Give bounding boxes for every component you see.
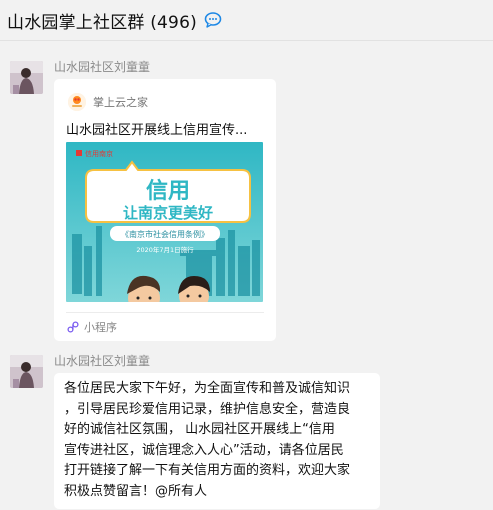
- message-line: ，引导居民珍爱信用记录，维护信息安全，营造良: [64, 401, 351, 417]
- poster-date: 2020年7月1日施行: [136, 245, 194, 254]
- card-source-name: 掌上云之家: [93, 96, 148, 109]
- message-line: 积极点赞留言！@所有人: [64, 483, 208, 499]
- avatar[interactable]: [10, 61, 43, 94]
- poster-logo-text: 信用南京: [85, 149, 113, 158]
- card-divider: [66, 312, 264, 313]
- message-line: 各位居民大家下午好，为全面宣传和普及诚信知识: [64, 381, 351, 396]
- avatar[interactable]: [10, 355, 43, 388]
- mini-program-label: 小程序: [84, 321, 117, 334]
- message-bubble[interactable]: 各位居民大家下午好，为全面宣传和普及诚信知识 ，引导居民珍爱信用记录，维护信息安…: [54, 373, 380, 509]
- card-title: 山水园社区开展线上信用宣传...: [66, 123, 248, 138]
- poster-subheadline: 让南京更美好: [123, 204, 213, 222]
- message-line: 宣传进社区，诚信理念入人心”活动，请各位居民: [64, 442, 344, 458]
- card-footer: 小程序: [67, 319, 117, 335]
- mini-program-card[interactable]: 掌上云之家 山水园社区开展线上信用宣传... 信用南京 信用 让南京更美好 《南…: [54, 79, 276, 341]
- message-line: 打开链接了解一下有关信用方面的资料，欢迎大家: [64, 463, 351, 478]
- chat-bubble-icon[interactable]: [203, 10, 223, 30]
- card-source: 掌上云之家: [68, 93, 148, 111]
- group-title: 山水园掌上社区群 (496): [7, 12, 197, 33]
- app-logo-icon: [68, 93, 86, 111]
- poster-banner: 《南京市社会信用条例》: [121, 229, 209, 239]
- message-line: 好的诚信社区氛围， 山水园社区开展线上“信用: [64, 422, 335, 437]
- sender-name: 山水园社区刘童童: [54, 60, 151, 74]
- chat-header: 山水园掌上社区群 (496): [0, 0, 493, 41]
- card-thumbnail: 信用南京 信用 让南京更美好 《南京市社会信用条例》 2020年7月1日施行: [66, 142, 263, 302]
- poster-headline: 信用: [146, 178, 190, 204]
- sender-name: 山水园社区刘童童: [54, 354, 151, 368]
- mini-program-icon: [67, 321, 79, 333]
